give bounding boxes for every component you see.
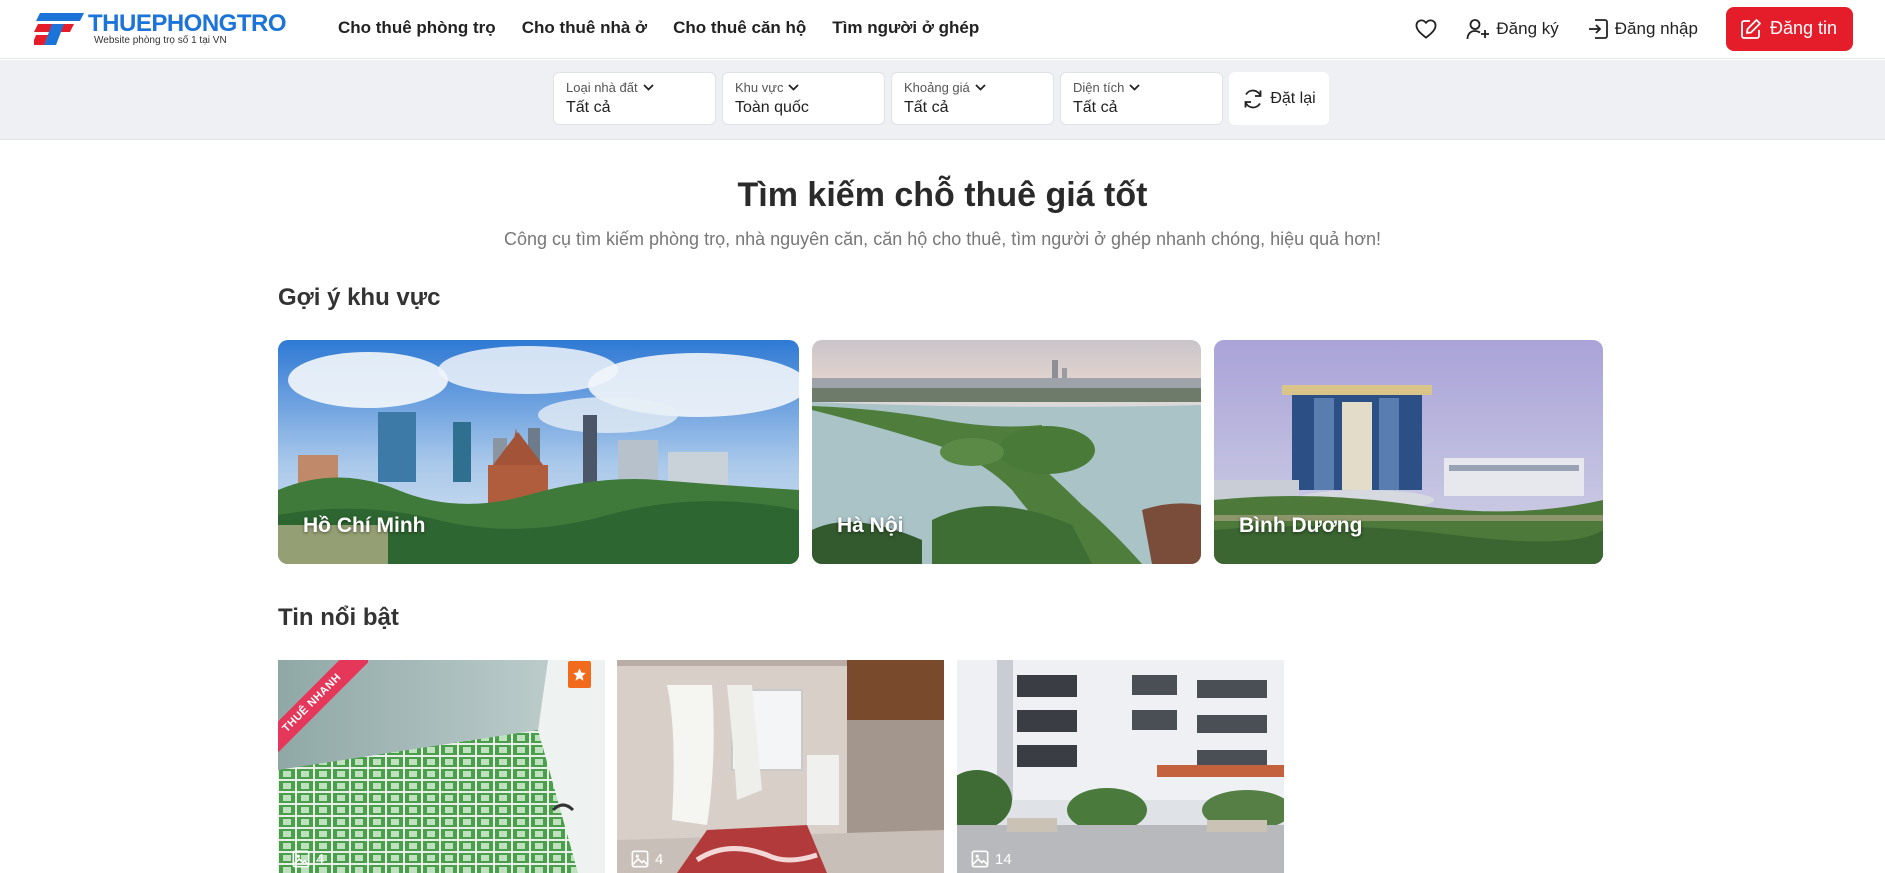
quick-rent-ribbon: THUÊ NHANH <box>278 660 368 756</box>
main-nav: Cho thuê phòng trọ Cho thuê nhà ở Cho th… <box>338 0 1005 56</box>
filter-bar: Loại nhà đất Tất cả Khu vực Toàn quốc Kh… <box>0 60 1885 140</box>
heart-icon <box>1415 18 1437 39</box>
filter-value: Tất cả <box>566 99 611 116</box>
reset-label: Đặt lại <box>1270 89 1316 107</box>
image-icon <box>631 850 649 868</box>
photo-count: 4 <box>631 850 663 868</box>
page-title: Tìm kiếm chỗ thuê giá tốt <box>737 176 1148 214</box>
reset-filters-button[interactable]: Đặt lại <box>1229 72 1329 125</box>
listing-photo <box>957 660 1284 873</box>
login-icon <box>1588 18 1608 39</box>
filter-value: Toàn quốc <box>735 99 809 116</box>
user-plus-icon <box>1466 18 1490 39</box>
filter-label-text: Diện tích <box>1073 80 1125 95</box>
nav-item-can-ho[interactable]: Cho thuê căn hộ <box>673 18 806 38</box>
filter-size[interactable]: Diện tích Tất cả <box>1060 72 1223 125</box>
register-link[interactable]: Đăng ký <box>1466 18 1559 40</box>
featured-badge <box>568 661 591 688</box>
refresh-icon <box>1244 89 1262 108</box>
edit-icon <box>1741 18 1761 39</box>
filter-label-text: Khoảng giá <box>904 80 970 95</box>
ribbon-label: THUÊ NHANH <box>278 660 368 756</box>
filter-label: Diện tích <box>1073 80 1210 95</box>
post-listing-button[interactable]: Đăng tin <box>1725 6 1853 51</box>
page-subtitle: Công cụ tìm kiếm phòng trọ, nhà nguyên c… <box>503 229 1382 249</box>
photo-count-value: 4 <box>316 850 325 868</box>
regions-section-title: Gợi ý khu vực <box>278 284 441 311</box>
filter-property-type[interactable]: Loại nhà đất Tất cả <box>553 72 716 125</box>
featured-section-title: Tin nổi bật <box>278 604 399 631</box>
filter-value: Tất cả <box>1073 99 1118 116</box>
filter-label: Loại nhà đất <box>566 80 703 95</box>
favorites-button[interactable] <box>1413 16 1439 42</box>
photo-count-value: 14 <box>995 850 1012 868</box>
listing-card[interactable]: 4 <box>617 660 944 873</box>
listing-photo <box>617 660 944 873</box>
listing-card[interactable]: THUÊ NHANH 4 <box>278 660 605 873</box>
photo-count: 14 <box>971 850 1012 868</box>
image-icon <box>971 850 989 868</box>
post-label: Đăng tin <box>1769 18 1837 38</box>
filter-label-text: Khu vực <box>735 80 784 95</box>
photo-count: 4 <box>292 850 324 868</box>
image-icon <box>292 850 310 868</box>
filter-area[interactable]: Khu vực Toàn quốc <box>722 72 885 125</box>
filter-label: Khoảng giá <box>904 80 1041 95</box>
nav-item-phong-tro[interactable]: Cho thuê phòng trọ <box>338 18 496 38</box>
register-label: Đăng ký <box>1496 18 1559 38</box>
login-label: Đăng nhập <box>1614 18 1698 38</box>
star-icon <box>573 668 586 681</box>
photo-count-value: 4 <box>655 850 664 868</box>
header-actions: Đăng ký Đăng nhập Đăng tin <box>1413 6 1853 51</box>
chevron-down-icon <box>788 84 800 91</box>
region-card-binh-duong[interactable]: Bình Dương <box>1214 340 1603 564</box>
filter-group: Loại nhà đất Tất cả Khu vực Toàn quốc Kh… <box>553 72 1329 125</box>
logo-tagline: Website phòng trọ số 1 tại VN <box>94 35 227 46</box>
region-name: Hồ Chí Minh <box>303 514 426 537</box>
logo-mark-icon <box>34 13 84 45</box>
filter-value: Tất cả <box>904 99 949 116</box>
site-logo[interactable]: THUEPHONGTRO Website phòng trọ số 1 tại … <box>34 11 296 47</box>
region-card-ho-chi-minh[interactable]: Hồ Chí Minh <box>278 340 799 564</box>
region-card-ha-noi[interactable]: Hà Nội <box>812 340 1201 564</box>
region-name: Bình Dương <box>1239 514 1363 537</box>
nav-item-o-ghep[interactable]: Tìm người ở ghép <box>832 18 979 38</box>
chevron-down-icon <box>975 84 986 91</box>
login-link[interactable]: Đăng nhập <box>1587 18 1698 40</box>
nav-item-nha-o[interactable]: Cho thuê nhà ở <box>522 18 647 38</box>
logo-text: THUEPHONGTRO <box>88 10 287 37</box>
filter-price-range[interactable]: Khoảng giá Tất cả <box>891 72 1054 125</box>
region-name: Hà Nội <box>837 514 904 537</box>
site-header: THUEPHONGTRO Website phòng trọ số 1 tại … <box>0 0 1885 59</box>
filter-label: Khu vực <box>735 80 872 95</box>
chevron-down-icon <box>1129 84 1140 91</box>
listing-card[interactable]: 14 <box>957 660 1284 873</box>
filter-label-text: Loại nhà đất <box>566 80 638 95</box>
chevron-down-icon <box>642 84 654 91</box>
